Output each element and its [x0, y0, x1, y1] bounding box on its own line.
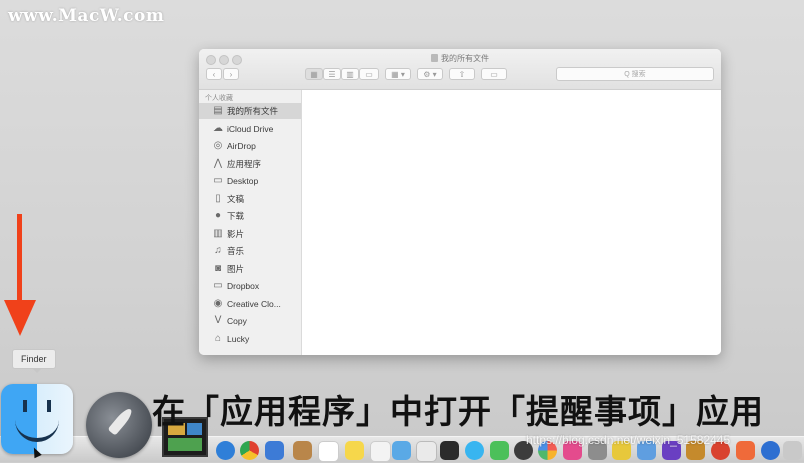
share-button[interactable]: ⇧	[449, 68, 475, 80]
creative-cloud-icon: ◉	[213, 298, 223, 309]
messages-dock-icon[interactable]	[465, 441, 484, 460]
downloads-icon: ●	[214, 210, 222, 221]
favorites-header: 个人收藏	[205, 95, 233, 102]
pictures-icon: ◙	[214, 263, 222, 274]
folder-icon: ▭	[213, 280, 223, 291]
arrow-shaft	[17, 214, 22, 304]
facetime-dock-icon[interactable]	[490, 441, 509, 460]
sidebar-item-label: 音乐	[227, 246, 245, 256]
rocket-icon	[107, 406, 135, 436]
finder-eye	[23, 400, 27, 412]
copy-icon: ᐯ	[214, 315, 222, 326]
sidebar-item-label: Dropbox	[227, 281, 260, 291]
launchpad-dock-icon[interactable]	[86, 392, 152, 458]
sidebar-item-applications[interactable]: ⋀ 应用程序	[199, 156, 301, 172]
sidebar-item-airdrop[interactable]: ◎ AirDrop	[199, 138, 301, 154]
site-watermark: www.MacW.com	[8, 6, 165, 26]
arrange-button[interactable]: ▦ ▾	[385, 68, 411, 80]
app-store-dock-icon[interactable]	[761, 441, 780, 460]
sidebar-item-all-files[interactable]: ▤ 我的所有文件	[199, 103, 301, 119]
contacts-dock-icon[interactable]	[293, 441, 312, 460]
sidebar-item-music[interactable]: ♫ 音乐	[199, 243, 301, 259]
sidebar-item-label: iCloud Drive	[227, 124, 274, 134]
finder-eye	[47, 400, 51, 412]
sidebar-item-movies[interactable]: ▥ 影片	[199, 226, 301, 242]
sidebar-item-label: 应用程序	[227, 159, 262, 169]
movies-icon: ▥	[213, 228, 223, 239]
action-button[interactable]: ⚙ ▾	[417, 68, 443, 80]
down-arrow-icon	[4, 300, 36, 336]
sidebar-item-label: Creative Clo...	[227, 299, 281, 309]
dock-tooltip: Finder	[12, 349, 56, 373]
window-title: 我的所有文件	[199, 53, 721, 64]
column-view-button[interactable]: ▥	[341, 68, 359, 80]
chrome-dock-icon[interactable]	[240, 441, 259, 460]
window-title-text: 我的所有文件	[441, 54, 489, 63]
finder-smile	[15, 420, 59, 442]
search-input[interactable]: Q 搜索	[556, 67, 714, 81]
applications-icon: ⋀	[213, 158, 223, 169]
sidebar-item-lucky[interactable]: ⌂ Lucky	[199, 331, 301, 347]
forward-button[interactable]: ›	[223, 68, 239, 80]
calendar-dock-icon[interactable]	[318, 441, 339, 462]
sidebar-item-label: 图片	[227, 264, 245, 274]
sidebar-item-label: Desktop	[227, 176, 259, 186]
textedit-dock-icon[interactable]	[416, 441, 437, 462]
tags-button[interactable]: ▭	[481, 68, 507, 80]
terminal-dock-icon[interactable]	[440, 441, 459, 460]
finder-window: 我的所有文件 ‹ › ▦ ☰ ▥ ▭ ▦ ▾ ⚙ ▾ ⇧ ▭ Q 搜索 个人收藏…	[199, 49, 721, 355]
sidebar: 个人收藏 ▤ 我的所有文件 ☁ iCloud Drive ◎ AirDrop ⋀…	[199, 90, 302, 355]
airdrop-icon: ◎	[213, 140, 223, 151]
url-watermark: https://blog.csdn.net/weixin_51582445	[526, 433, 731, 447]
sidebar-item-label: Lucky	[227, 334, 250, 344]
list-view-button[interactable]: ☰	[323, 68, 341, 80]
sidebar-item-label: 文稿	[227, 194, 245, 204]
sidebar-item-label: AirDrop	[227, 141, 256, 151]
file-content-area[interactable]	[302, 90, 721, 355]
trash-dock-icon[interactable]	[783, 441, 802, 460]
cloud-icon: ☁	[213, 123, 223, 134]
music-icon: ♫	[214, 245, 222, 256]
sidebar-item-desktop[interactable]: ▭ Desktop	[199, 173, 301, 189]
instruction-subtitle: 在「应用程序」中打开「提醒事项」应用	[152, 392, 764, 431]
safari-dock-icon[interactable]	[216, 441, 235, 460]
preview-dock-icon[interactable]	[392, 441, 411, 460]
notes-dock-icon[interactable]	[345, 441, 364, 460]
back-button[interactable]: ‹	[206, 68, 222, 80]
folder-icon	[431, 54, 438, 62]
app-dock-icon[interactable]	[736, 441, 755, 460]
sidebar-item-copy[interactable]: ᐯ Copy	[199, 313, 301, 329]
reminders-dock-icon[interactable]	[370, 441, 391, 462]
sidebar-item-label: Copy	[227, 316, 247, 326]
window-thumbnail	[168, 438, 202, 451]
documents-icon: ▯	[215, 193, 221, 204]
title-bar: 我的所有文件 ‹ › ▦ ☰ ▥ ▭ ▦ ▾ ⚙ ▾ ⇧ ▭ Q 搜索	[199, 49, 721, 90]
sidebar-item-label: 下载	[227, 211, 245, 221]
coverflow-view-button[interactable]: ▭	[359, 68, 379, 80]
all-files-icon: ▤	[213, 105, 223, 116]
sidebar-item-creative-cloud[interactable]: ◉ Creative Clo...	[199, 296, 301, 312]
sidebar-item-dropbox[interactable]: ▭ Dropbox	[199, 278, 301, 294]
desktop-icon: ▭	[213, 175, 223, 186]
sidebar-item-pictures[interactable]: ◙ 图片	[199, 261, 301, 277]
sidebar-item-icloud[interactable]: ☁ iCloud Drive	[199, 121, 301, 137]
sidebar-item-downloads[interactable]: ● 下载	[199, 208, 301, 224]
icon-view-button[interactable]: ▦	[305, 68, 323, 80]
sidebar-item-documents[interactable]: ▯ 文稿	[199, 191, 301, 207]
home-icon: ⌂	[214, 333, 222, 344]
sidebar-item-label: 我的所有文件	[227, 106, 279, 116]
mail-dock-icon[interactable]	[265, 441, 284, 460]
finder-dock-icon[interactable]	[1, 384, 73, 454]
sidebar-item-label: 影片	[227, 229, 245, 239]
